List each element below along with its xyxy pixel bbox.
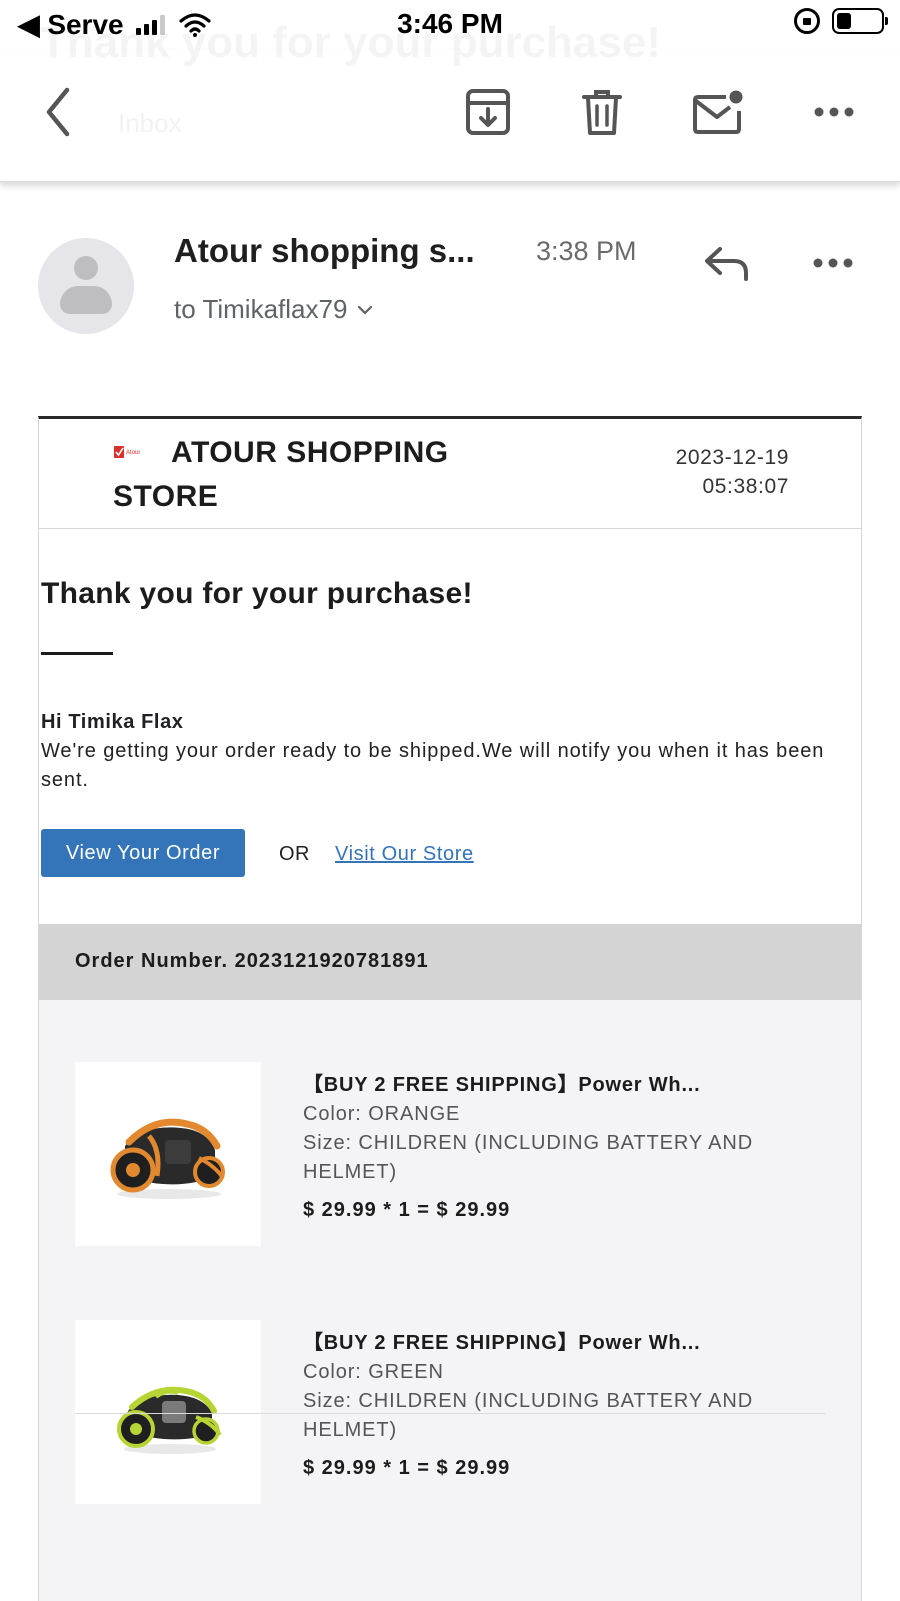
email-toolbar — [0, 50, 900, 182]
product-image-orange[interactable] — [75, 1062, 261, 1246]
more-icon — [814, 107, 854, 117]
sender-avatar[interactable] — [38, 238, 134, 334]
order-clock: 05:38:07 — [702, 475, 789, 498]
reply-button[interactable] — [704, 246, 750, 287]
store-header: Atour ATOUR SHOPPING STORE 2023-12-19 05… — [39, 419, 861, 529]
order-timestamp: 2023-12-19 05:38:07 — [676, 443, 789, 501]
items-divider — [75, 1413, 825, 1414]
battery-icon — [832, 8, 888, 34]
email-body: Atour ATOUR SHOPPING STORE 2023-12-19 05… — [38, 416, 862, 1601]
item-title[interactable]: 【BUY 2 FREE SHIPPING】Power Wh... — [303, 1328, 823, 1358]
archive-icon — [466, 89, 510, 135]
ride-on-toy-image — [117, 1386, 222, 1454]
delete-button[interactable] — [576, 86, 628, 138]
list-item[interactable]: 【BUY 2 FREE SHIPPING】Power Wh... Color: … — [39, 1062, 861, 1252]
item-color: Color: GREEN — [303, 1361, 444, 1383]
recipient-details-toggle[interactable]: to Timikaflax79 — [174, 294, 373, 325]
chevron-down-icon — [358, 305, 373, 315]
sender-name[interactable]: Atour shopping s... — [174, 232, 475, 270]
product-image-green[interactable] — [75, 1320, 261, 1504]
sent-time: 3:38 PM — [536, 236, 637, 266]
view-order-button[interactable]: View Your Order — [41, 829, 245, 877]
order-date: 2023-12-19 — [675, 446, 789, 469]
item-title[interactable]: 【BUY 2 FREE SHIPPING】Power Wh... — [303, 1070, 823, 1100]
item-details: 【BUY 2 FREE SHIPPING】Power Wh... Color: … — [303, 1070, 823, 1222]
ride-on-toy-image — [110, 1118, 225, 1199]
recipient-label: to Timikaflax79 — [174, 294, 348, 324]
item-price: $ 29.99 * 1 = $ 29.99 — [303, 1199, 511, 1221]
intro-message: We're getting your order ready to be shi… — [41, 740, 825, 791]
order-items: 【BUY 2 FREE SHIPPING】Power Wh... Color: … — [39, 1000, 861, 1601]
heading-divider — [41, 652, 113, 655]
mark-unread-button[interactable] — [692, 86, 744, 138]
greeting: Hi Timika Flax — [41, 711, 184, 733]
more-options-button[interactable] — [808, 86, 860, 138]
item-color: Color: ORANGE — [303, 1103, 461, 1125]
trash-icon — [582, 90, 622, 135]
thanks-heading: Thank you for your purchase! — [41, 577, 473, 610]
item-size: Size: CHILDREN (INCLUDING BATTERY AND HE… — [303, 1390, 754, 1441]
visit-store-link[interactable]: Visit Our Store — [335, 843, 474, 866]
or-separator: OR — [279, 843, 310, 865]
archive-button[interactable] — [462, 86, 514, 138]
message-more-button[interactable] — [812, 256, 854, 274]
more-icon — [813, 258, 853, 268]
list-item[interactable]: 【BUY 2 FREE SHIPPING】Power Wh... Color: … — [39, 1320, 861, 1510]
rotation-lock-icon — [794, 8, 820, 34]
store-name: ATOUR SHOPPING STORE — [113, 436, 449, 513]
item-details: 【BUY 2 FREE SHIPPING】Power Wh... Color: … — [303, 1328, 823, 1480]
order-number-bar: Order Number. 2023121920781891 — [39, 924, 861, 1000]
item-price: $ 29.99 * 1 = $ 29.99 — [303, 1457, 511, 1479]
reply-icon — [705, 247, 748, 281]
mark-unread-icon — [693, 90, 743, 134]
item-size: Size: CHILDREN (INCLUDING BATTERY AND HE… — [303, 1132, 754, 1183]
status-right — [794, 8, 888, 34]
back-chevron-icon — [46, 87, 70, 137]
back-button[interactable] — [32, 86, 84, 138]
order-number: Order Number. 2023121920781891 — [75, 950, 429, 972]
